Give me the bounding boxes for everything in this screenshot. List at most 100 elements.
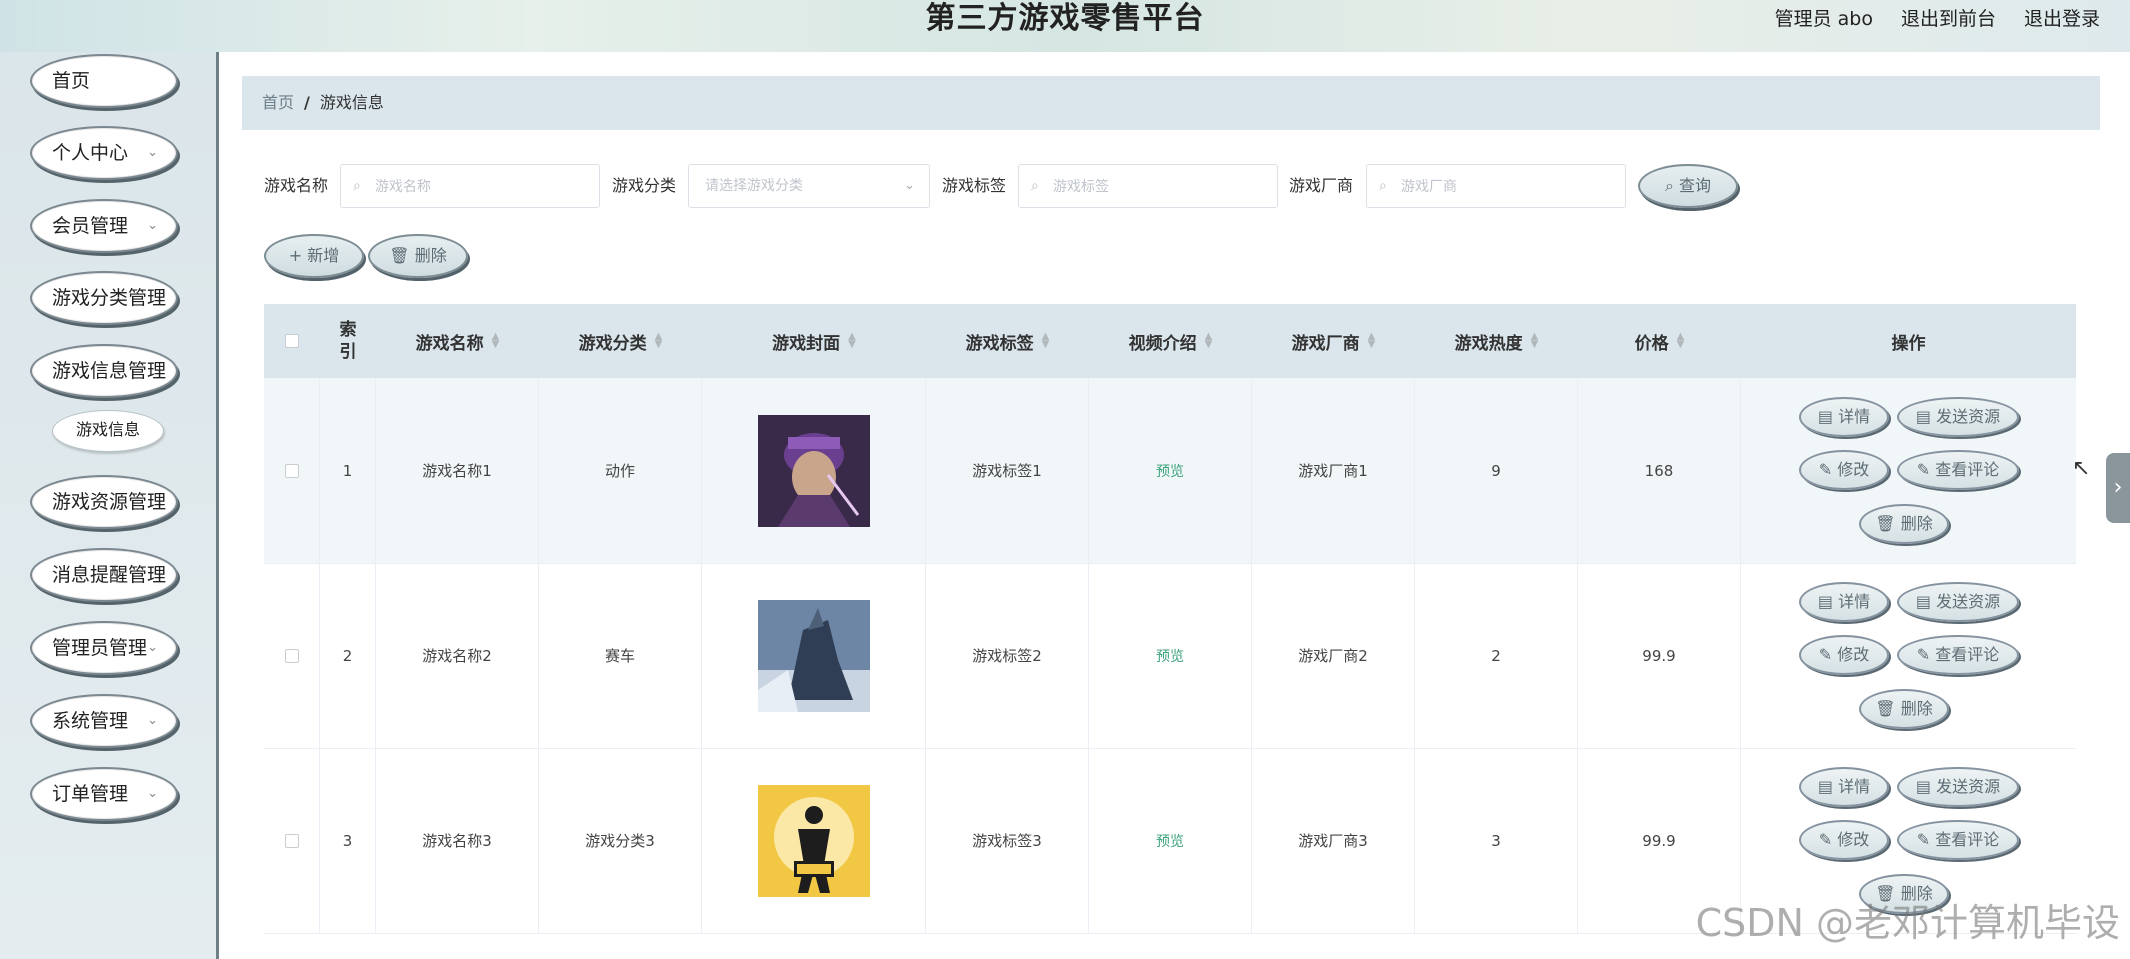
- checkbox[interactable]: [284, 833, 299, 848]
- sort-icon[interactable]: ▲ ▼: [492, 332, 500, 350]
- watermark: CSDN @老邓计算机毕设: [1695, 901, 2120, 945]
- header-price[interactable]: 价格 ▲ ▼: [1578, 304, 1741, 378]
- header-vendor[interactable]: 游戏厂商 ▲ ▼: [1252, 304, 1415, 378]
- header-tag[interactable]: 游戏标签 ▲ ▼: [926, 304, 1089, 378]
- button-label: 修改: [1837, 645, 1870, 664]
- cell-cover: [702, 378, 926, 563]
- logout-link[interactable]: 退出登录: [2024, 0, 2100, 38]
- row-select[interactable]: [264, 563, 320, 748]
- video-preview-link[interactable]: 预览: [1089, 378, 1252, 563]
- search-vendor-field[interactable]: ⌕: [1366, 164, 1626, 209]
- search-vendor-label: 游戏厂商: [1289, 176, 1354, 195]
- cell-actions: ▤ 详情 ▤ 发送资源 ✎ 修改 ✎ 查看评论 🗑 删除: [1741, 563, 2076, 748]
- exit-to-front-link[interactable]: 退出到前台: [1901, 0, 1996, 38]
- row-delete-button[interactable]: 🗑 删除: [1859, 689, 1949, 729]
- button-label: 查看评论: [1935, 830, 2000, 849]
- sidebar-subitem-game-info[interactable]: 游戏信息: [52, 410, 164, 452]
- edit-button[interactable]: ✎ 修改: [1799, 820, 1889, 860]
- query-button[interactable]: ⌕ 查询: [1638, 164, 1738, 208]
- game-cover-image[interactable]: [757, 414, 870, 527]
- document-icon: ▤: [1817, 592, 1833, 611]
- chevron-down-icon: ⌄: [147, 786, 158, 801]
- header-label: 游戏封面: [772, 333, 841, 354]
- sidebar-item-message-management[interactable]: 消息提醒管理: [30, 548, 178, 602]
- send-resource-button[interactable]: ▤ 发送资源: [1897, 397, 2019, 437]
- breadcrumb-current: 游戏信息: [319, 93, 384, 112]
- search-category-select[interactable]: 请选择游戏分类 ⌄: [688, 164, 930, 208]
- search-name-input[interactable]: [373, 165, 577, 209]
- document-icon: ▤: [1915, 777, 1931, 796]
- header-cover[interactable]: 游戏封面 ▲ ▼: [702, 304, 926, 378]
- sort-icon[interactable]: ▲ ▼: [1368, 332, 1376, 350]
- send-resource-button[interactable]: ▤ 发送资源: [1897, 767, 2019, 807]
- sidebar-item-label: 系统管理: [52, 710, 129, 732]
- view-comments-button[interactable]: ✎ 查看评论: [1897, 635, 2019, 675]
- sort-icon[interactable]: ▲ ▼: [1677, 332, 1685, 350]
- sort-icon[interactable]: ▲ ▼: [1205, 332, 1213, 350]
- video-preview-link[interactable]: 预览: [1089, 563, 1252, 748]
- search-tag-input[interactable]: [1051, 165, 1255, 209]
- checkbox[interactable]: [285, 334, 299, 348]
- button-label: 发送资源: [1936, 407, 2001, 426]
- video-preview-link[interactable]: 预览: [1089, 748, 1252, 933]
- sidebar-item-category-management[interactable]: 游戏分类管理: [30, 271, 178, 325]
- sort-icon[interactable]: ▲ ▼: [848, 332, 856, 350]
- chevron-right-icon[interactable]: ›: [2106, 453, 2130, 523]
- breadcrumb: 首页 / 游戏信息: [242, 76, 2100, 130]
- header-label: 游戏标签: [965, 333, 1034, 354]
- row-select[interactable]: [264, 378, 320, 563]
- mouse-cursor-icon: ↖: [2072, 456, 2091, 481]
- sidebar-item-admin-management[interactable]: 管理员管理 ⌄: [30, 621, 178, 675]
- detail-button[interactable]: ▤ 详情: [1799, 767, 1889, 807]
- chevron-down-icon: ⌄: [904, 178, 915, 193]
- edit-button[interactable]: ✎ 修改: [1799, 635, 1889, 675]
- document-icon: ▤: [1915, 407, 1931, 426]
- button-label: 详情: [1838, 407, 1871, 426]
- header-label: 索引: [339, 320, 357, 362]
- header-heat[interactable]: 游戏热度 ▲ ▼: [1415, 304, 1578, 378]
- view-comments-button[interactable]: ✎ 查看评论: [1897, 450, 2019, 490]
- search-tag-label: 游戏标签: [942, 176, 1007, 195]
- search-category-label: 游戏分类: [612, 176, 677, 195]
- send-resource-button[interactable]: ▤ 发送资源: [1897, 582, 2019, 622]
- header-actions: 操作: [1741, 304, 2076, 378]
- search-name-field[interactable]: ⌕: [340, 164, 600, 209]
- search-name-label: 游戏名称: [264, 176, 329, 195]
- sidebar-item-game-info-management[interactable]: 游戏信息管理: [30, 344, 178, 398]
- sidebar-item-system-management[interactable]: 系统管理 ⌄: [30, 694, 178, 748]
- add-button[interactable]: + 新增: [264, 234, 364, 278]
- sort-icon[interactable]: ▲ ▼: [655, 332, 663, 350]
- header-category[interactable]: 游戏分类 ▲ ▼: [539, 304, 702, 378]
- trash-icon: 🗑: [1875, 699, 1896, 718]
- detail-button[interactable]: ▤ 详情: [1799, 582, 1889, 622]
- cell-price: 168: [1578, 378, 1741, 563]
- row-select[interactable]: [264, 748, 320, 933]
- row-delete-button[interactable]: 🗑 删除: [1859, 504, 1949, 544]
- sort-icon[interactable]: ▲ ▼: [1531, 332, 1539, 350]
- sidebar-item-home[interactable]: 首页: [30, 54, 178, 108]
- checkbox[interactable]: [284, 648, 299, 663]
- edit-button[interactable]: ✎ 修改: [1799, 450, 1889, 490]
- breadcrumb-home[interactable]: 首页: [262, 93, 294, 112]
- search-vendor-input[interactable]: [1399, 165, 1603, 209]
- trash-icon: 🗑: [389, 246, 410, 265]
- sidebar-item-order-management[interactable]: 订单管理 ⌄: [30, 767, 178, 821]
- delete-button[interactable]: 🗑 删除: [368, 234, 468, 278]
- checkbox[interactable]: [284, 463, 299, 478]
- game-cover-image[interactable]: [757, 784, 870, 897]
- cell-category: 游戏分类3: [539, 748, 702, 933]
- game-cover-image[interactable]: [757, 599, 870, 712]
- sort-icon[interactable]: ▲ ▼: [1042, 332, 1050, 350]
- header-video[interactable]: 视频介绍 ▲ ▼: [1089, 304, 1252, 378]
- header-select-all[interactable]: [264, 304, 320, 378]
- chevron-down-icon: ⌄: [147, 713, 158, 728]
- view-comments-button[interactable]: ✎ 查看评论: [1897, 820, 2019, 860]
- search-tag-field[interactable]: ⌕: [1018, 164, 1278, 209]
- sidebar-item-personal-center[interactable]: 个人中心 ⌄: [30, 126, 178, 180]
- document-icon: ▤: [1817, 777, 1833, 796]
- detail-button[interactable]: ▤ 详情: [1799, 397, 1889, 437]
- button-label: 详情: [1838, 592, 1871, 611]
- header-name[interactable]: 游戏名称 ▲ ▼: [376, 304, 539, 378]
- sidebar-item-member-management[interactable]: 会员管理 ⌄: [30, 199, 178, 253]
- sidebar-item-resource-management[interactable]: 游戏资源管理: [30, 475, 178, 529]
